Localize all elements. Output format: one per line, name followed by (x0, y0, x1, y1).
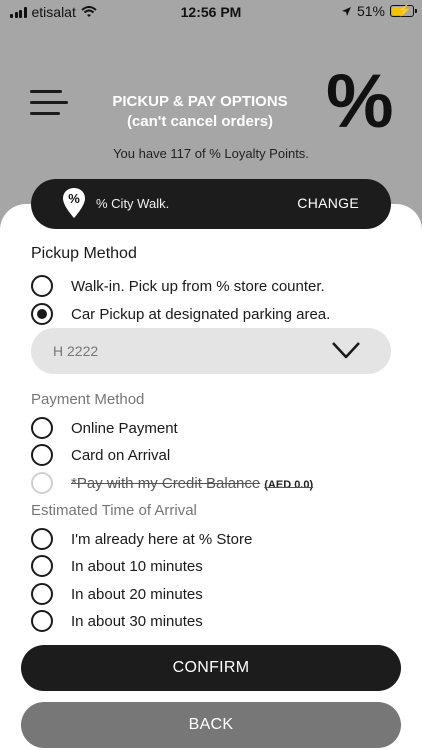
car-plate-select[interactable]: H 2222 (31, 328, 391, 374)
credit-balance-amount: (AED 0.0) (264, 478, 314, 491)
car-plate-value: H 2222 (53, 343, 99, 359)
pickup-method-heading: Pickup Method (31, 245, 137, 262)
brand-logo: % (326, 59, 394, 144)
eta-option-10[interactable]: In about 10 minutes (31, 554, 203, 578)
map-pin-icon: % (63, 188, 85, 218)
card-on-arrival-radio[interactable] (31, 444, 53, 466)
loyalty-points-text: You have 117 of % Loyalty Points. (113, 146, 309, 161)
eta-30-label: In about 30 minutes (71, 612, 203, 630)
status-right: 51% ⚡ (341, 3, 417, 19)
eta-10-label: In about 10 minutes (71, 557, 203, 575)
pickup-option-walk-in[interactable]: Walk-in. Pick up from % store counter. (31, 274, 325, 298)
eta-option-30[interactable]: In about 30 minutes (31, 609, 203, 633)
page-title-line1: PICKUP & PAY OPTIONS (112, 93, 288, 110)
eta-10-radio[interactable] (31, 555, 53, 577)
walk-in-radio[interactable] (31, 275, 53, 297)
chevron-down-icon[interactable] (331, 340, 361, 360)
payment-option-online[interactable]: Online Payment (31, 416, 178, 440)
pickup-option-car[interactable]: Car Pickup at designated parking area. (31, 302, 330, 326)
credit-balance-text: *Pay with my Credit Balance (71, 474, 261, 492)
walk-in-label: Walk-in. Pick up from % store counter. (71, 277, 325, 295)
eta-option-20[interactable]: In about 20 minutes (31, 582, 203, 606)
eta-20-radio[interactable] (31, 583, 53, 605)
battery-percent: 51% (356, 3, 385, 19)
online-payment-label: Online Payment (71, 419, 178, 437)
online-payment-radio[interactable] (31, 417, 53, 439)
eta-20-label: In about 20 minutes (71, 585, 203, 603)
payment-method-heading: Payment Method (31, 391, 145, 408)
eta-option-here[interactable]: I'm already here at % Store (31, 527, 252, 551)
payment-option-credit-balance: *Pay with my Credit Balance (AED 0.0) (31, 471, 313, 495)
change-store-button[interactable]: CHANGE (297, 195, 359, 211)
battery-charging-icon: ⚡ (390, 3, 417, 17)
eta-here-label: I'm already here at % Store (71, 530, 253, 548)
status-bar: etisalat 12:56 PM 51% ⚡ (0, 0, 422, 24)
car-pickup-radio[interactable] (31, 303, 53, 325)
hamburger-menu-icon[interactable] (30, 88, 70, 118)
page-title: PICKUP & PAY OPTIONS (can't cancel order… (95, 92, 305, 132)
map-pin-symbol: % (68, 191, 80, 206)
card-on-arrival-label: Card on Arrival (71, 446, 171, 464)
eta-30-radio[interactable] (31, 610, 53, 632)
eta-here-radio[interactable] (31, 528, 53, 550)
charging-bolt-icon: ⚡ (397, 3, 412, 17)
confirm-button[interactable]: CONFIRM (21, 645, 401, 691)
credit-balance-radio (31, 472, 53, 494)
payment-option-card[interactable]: Card on Arrival (31, 443, 170, 467)
back-button[interactable]: BACK (21, 702, 401, 748)
credit-balance-label: *Pay with my Credit Balance (AED 0.0) (71, 475, 313, 492)
car-pickup-label: Car Pickup at designated parking area. (71, 305, 331, 323)
eta-heading: Estimated Time of Arrival (31, 502, 197, 519)
location-arrow-icon (341, 6, 351, 16)
page-title-line2: (can't cancel orders) (126, 113, 274, 130)
store-name: % City Walk. (96, 196, 170, 211)
store-location-bar: % % City Walk. CHANGE (31, 179, 391, 229)
